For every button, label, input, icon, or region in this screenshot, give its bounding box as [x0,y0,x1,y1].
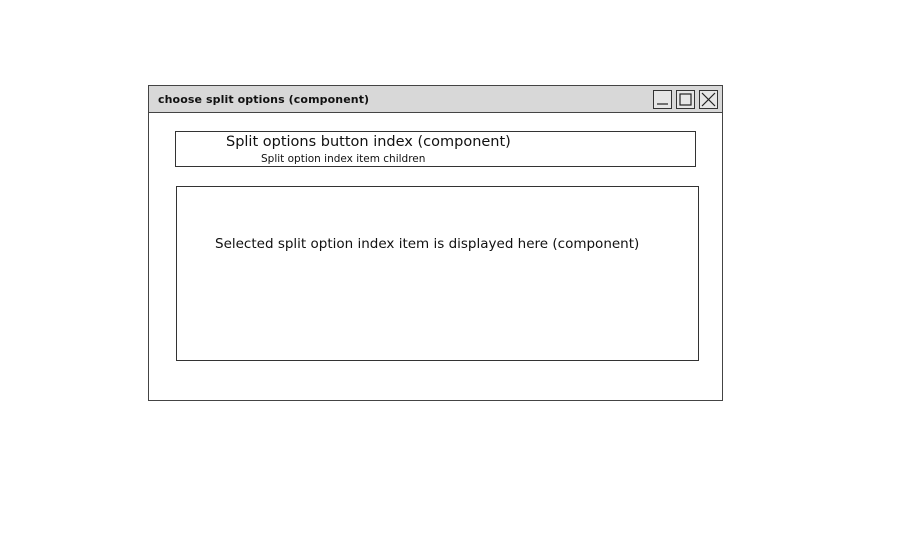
minimize-button[interactable] [653,90,672,109]
selected-option-label: Selected split option index item is disp… [215,236,640,252]
window-title: choose split options (component) [158,93,370,106]
maximize-button[interactable] [676,90,695,109]
split-option-children-label: Split option index item children [261,153,426,165]
close-button[interactable] [699,90,718,109]
minimize-icon [657,103,668,105]
split-options-window: choose split options (component) Split o… [148,85,723,401]
window-titlebar[interactable]: choose split options (component) [149,86,722,113]
split-options-button-index[interactable]: Split options button index (component) S… [175,131,696,167]
split-options-button-index-label: Split options button index (component) [226,134,511,150]
selected-option-panel: Selected split option index item is disp… [176,186,699,361]
close-icon [701,92,716,107]
maximize-icon [679,93,692,106]
